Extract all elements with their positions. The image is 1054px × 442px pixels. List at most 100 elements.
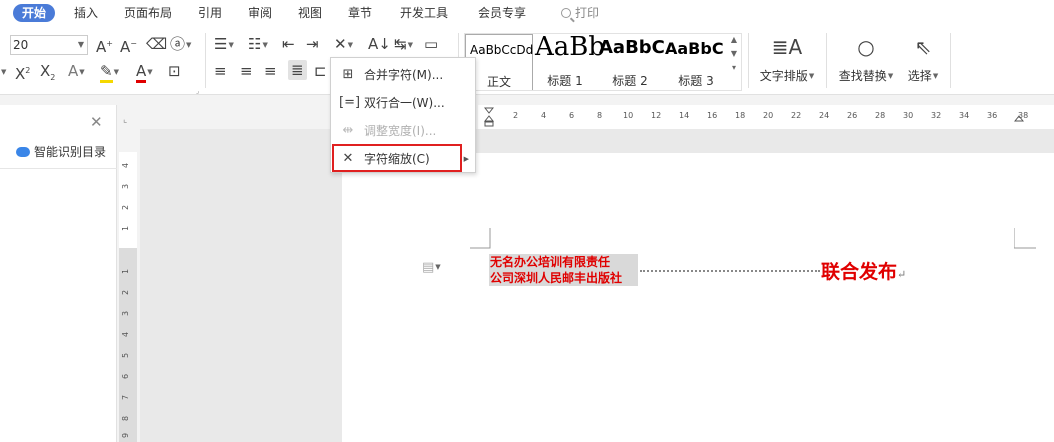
sort-icon[interactable]: A↓ [368, 35, 391, 53]
ruler-number: 4 [121, 331, 131, 338]
style-sample: AaBbC [665, 39, 724, 58]
ruler-number: 14 [679, 111, 690, 120]
ruler-number: 6 [569, 111, 575, 120]
publish-text[interactable]: 联合发布↵ [821, 257, 906, 284]
ruler-number: 30 [903, 111, 914, 120]
combined-line-1: 无名办公培训有限责任 [490, 255, 611, 269]
ruler-number: 2 [121, 289, 131, 296]
leader-dots [640, 262, 820, 272]
menu-item-label: 双行合一(W)... [364, 96, 445, 110]
indent-marker-icon[interactable] [484, 107, 494, 127]
tab-member[interactable]: 会员专享 [478, 4, 526, 22]
document-page[interactable] [342, 153, 1054, 442]
align-center-icon[interactable]: ≡ [240, 62, 253, 80]
increase-indent-icon[interactable]: ⇥ [306, 35, 319, 53]
char-scale-icon[interactable]: ✕▼ [334, 35, 353, 54]
menu-item-two-lines-in-one[interactable]: [=] 双行合一(W)... [331, 89, 475, 117]
align-left-icon[interactable]: ≡ [214, 62, 227, 80]
ruler-number: 28 [875, 111, 886, 120]
crop-mark [470, 228, 491, 249]
ruler-number: 10 [623, 111, 634, 120]
ruler-number: 9 [121, 432, 131, 439]
tab-insert[interactable]: 插入 [74, 4, 98, 22]
ruler-number: 38 [1018, 111, 1029, 120]
paragraph-handle-icon[interactable]: ▤▼ [422, 260, 441, 275]
ruler-number: 32 [931, 111, 942, 120]
char-border-icon[interactable]: ⊡ [168, 62, 181, 80]
phonetic-guide-icon[interactable]: ⓐ▼ [170, 35, 191, 54]
chevron-up-icon[interactable]: ▲ [727, 33, 741, 47]
font-size-value: 20 [13, 38, 29, 52]
superscript-icon[interactable]: X2 [15, 62, 30, 83]
adjust-width-icon: ⇹ [342, 123, 354, 138]
ruler-number: 20 [763, 111, 774, 120]
divider [0, 168, 117, 169]
ruler-number: 36 [987, 111, 998, 120]
style-sample: AaBbCcDd [470, 43, 534, 57]
style-label: 标题 2 [612, 74, 648, 88]
highlight-icon[interactable]: ✎▼ [100, 62, 119, 83]
distributed-align-icon[interactable]: ⊏ [314, 62, 327, 80]
font-size-select[interactable]: 20 ▼ [10, 35, 88, 55]
ruler-number: 3 [121, 183, 131, 190]
style-heading-3[interactable]: AaBbC 标题 3 [663, 34, 729, 90]
cursor-arrow-icon: ⇖ [914, 35, 932, 59]
tab-page-layout[interactable]: 页面布局 [124, 4, 172, 22]
chevron-down-icon[interactable]: ▼ [0, 62, 6, 81]
tab-references[interactable]: 引用 [198, 4, 222, 22]
ruler-number: 8 [121, 415, 131, 422]
style-heading-2[interactable]: AaBbC 标题 2 [597, 34, 665, 90]
decrease-indent-icon[interactable]: ⇤ [282, 35, 295, 53]
font-effects-icon[interactable]: A▼ [68, 62, 85, 81]
ruler-toggle-icon[interactable]: ▭ [424, 35, 438, 53]
clear-format-icon[interactable]: ⌫ [146, 35, 167, 53]
tab-stop-icon[interactable]: ⌞ [123, 115, 127, 125]
font-color-icon[interactable]: A▼ [136, 62, 153, 83]
ruler-number: 22 [791, 111, 802, 120]
style-heading-1[interactable]: AaBb 标题 1 [533, 34, 605, 90]
select-button[interactable]: ⇖ 选择▼ [902, 35, 944, 84]
divider [205, 33, 206, 88]
chevron-down-icon: ▼ [77, 40, 84, 49]
text-layout-icon: ≣A [771, 35, 803, 59]
tab-view[interactable]: 视图 [298, 4, 322, 22]
merge-chars-icon: ⊞ [342, 67, 354, 82]
more-icon[interactable]: ▾ [727, 61, 741, 75]
two-lines-in-one-icon: [=] [339, 95, 361, 110]
tab-home[interactable]: 开始 [13, 4, 56, 22]
style-gallery-scroll[interactable]: ▲ ▼ ▾ [727, 33, 741, 91]
tab-developer[interactable]: 开发工具 [400, 4, 448, 22]
ruler-number: 4 [541, 111, 547, 120]
line-spacing-icon[interactable]: ↹▼ [394, 35, 413, 54]
search-command[interactable]: 打印 [561, 4, 599, 22]
menu-item-adjust-width: ⇹ 调整宽度(I)... [331, 117, 475, 145]
menu-item-merge-chars[interactable]: ⊞ 合并字符(M)... [331, 61, 475, 89]
crop-mark [1014, 228, 1036, 249]
smart-toc-button[interactable]: 智能识别目录 [16, 143, 106, 160]
find-replace-button[interactable]: ○ 查找替换▼ [834, 35, 898, 84]
chevron-down-icon[interactable]: ▼ [727, 47, 741, 61]
shrink-font-icon[interactable]: A− [120, 35, 137, 56]
numbered-list-icon[interactable]: ☷▼ [248, 35, 268, 54]
tab-chapter[interactable]: 章节 [348, 4, 372, 22]
justify-icon[interactable]: ≣ [288, 60, 307, 80]
align-right-icon[interactable]: ≡ [264, 62, 277, 80]
grow-font-icon[interactable]: A+ [96, 35, 113, 56]
subscript-icon[interactable]: X2 [40, 62, 55, 87]
smart-toc-label: 智能识别目录 [34, 145, 107, 159]
bullet-list-icon[interactable]: ☰▼ [214, 35, 234, 54]
tab-review[interactable]: 审阅 [248, 4, 272, 22]
ruler-number: 12 [651, 111, 662, 120]
ruler-number: 7 [121, 394, 131, 401]
style-label: 标题 1 [547, 74, 583, 88]
text-layout-button[interactable]: ≣A 文字排版▼ [756, 35, 818, 84]
dialog-launcher-icon[interactable]: ⌟ [196, 87, 199, 95]
style-gallery: AaBbCcDd 正文 AaBb 标题 1 AaBbC 标题 2 AaBbC 标… [464, 33, 742, 91]
close-icon[interactable]: ✕ [90, 113, 103, 131]
divider [950, 33, 951, 88]
smart-toc-icon [16, 147, 30, 157]
menu-item-label: 调整宽度(I)... [364, 124, 437, 138]
two-lines-in-one-text[interactable]: 无名办公培训有限责任 公司深圳人民邮丰出版社 [489, 254, 638, 286]
ruler-number: 3 [121, 310, 131, 317]
ruler-number: 2 [513, 111, 519, 120]
